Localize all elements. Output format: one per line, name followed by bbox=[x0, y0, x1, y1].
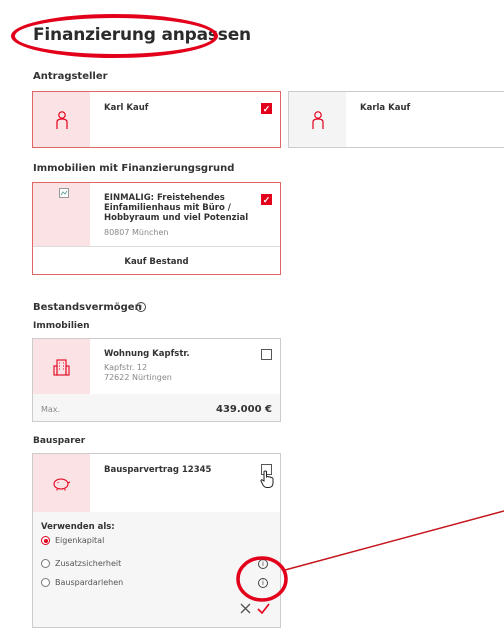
annotation-pointer-line bbox=[284, 510, 504, 571]
annotation-oval-info bbox=[236, 556, 288, 602]
annotation-overlay bbox=[236, 510, 504, 602]
